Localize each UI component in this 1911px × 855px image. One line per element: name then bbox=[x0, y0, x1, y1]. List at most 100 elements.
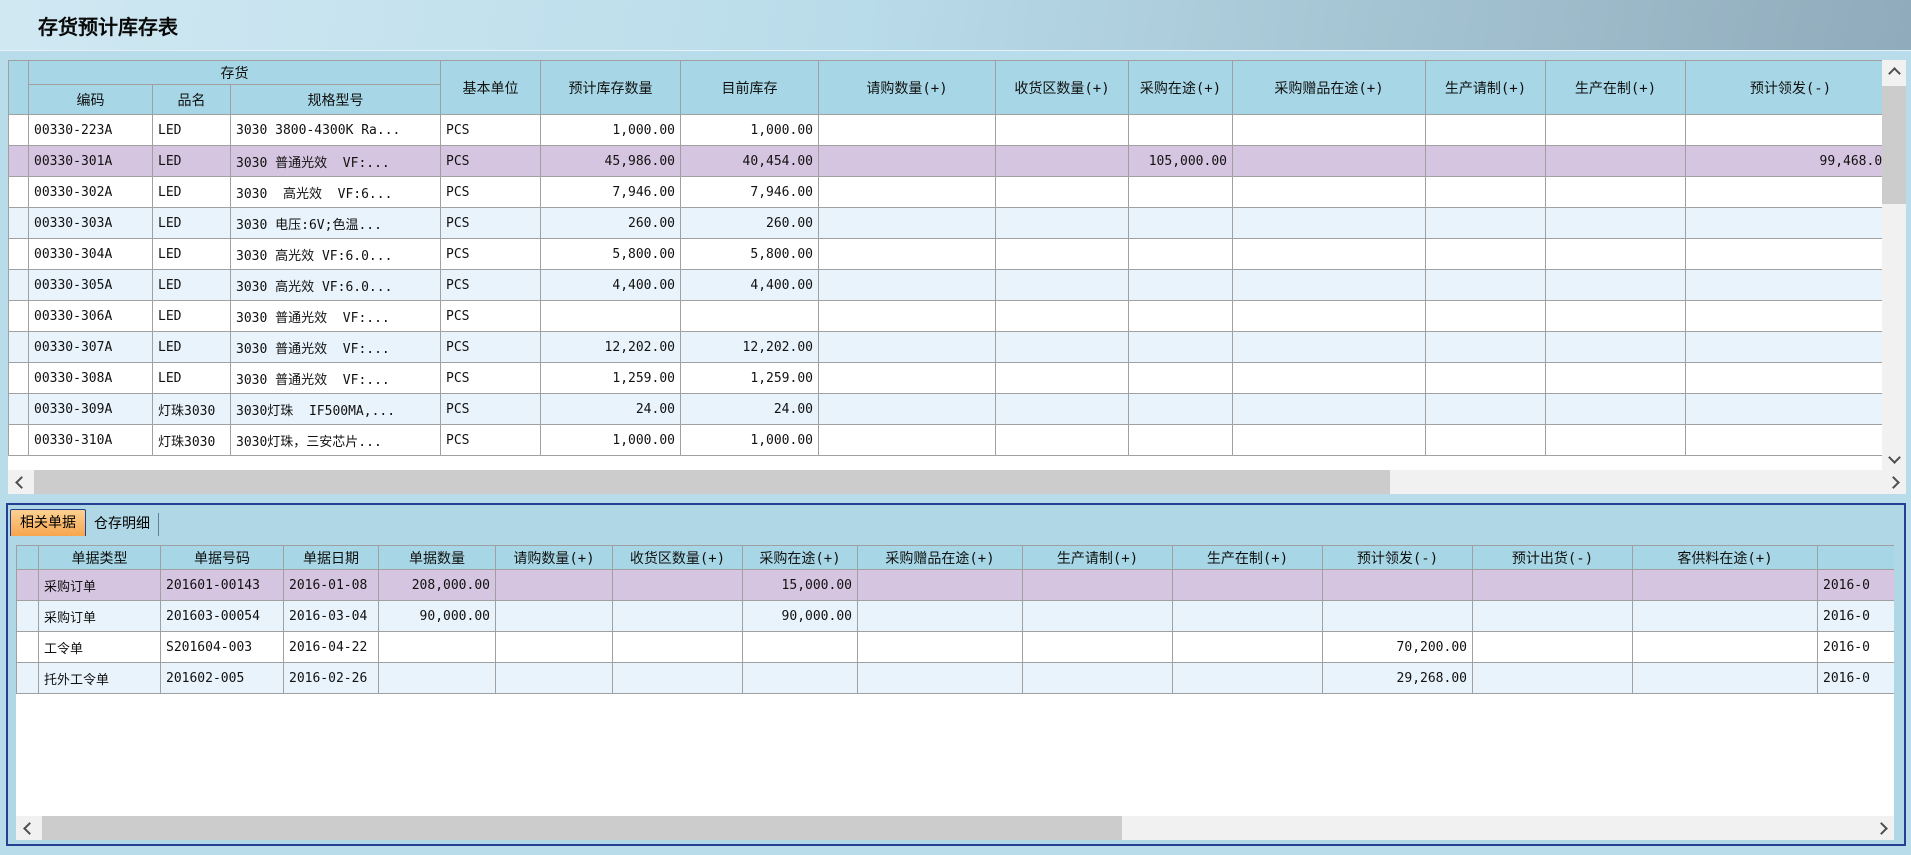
row-indicator[interactable] bbox=[9, 239, 29, 270]
grid-cell[interactable]: 1,259.00 bbox=[541, 363, 681, 394]
grid-cell[interactable] bbox=[1233, 301, 1426, 332]
grid-cell[interactable] bbox=[858, 663, 1023, 694]
grid-cell[interactable] bbox=[1546, 270, 1686, 301]
grid-cell[interactable]: 3030 高光效 VF:6.0... bbox=[231, 270, 441, 301]
grid-cell[interactable]: PCS bbox=[441, 208, 541, 239]
tab-related-docs[interactable]: 相关单据 bbox=[10, 509, 86, 536]
grid-cell[interactable]: 4,400.00 bbox=[681, 270, 819, 301]
grid-cell[interactable]: 00330-310A bbox=[29, 425, 153, 456]
grid-cell[interactable] bbox=[819, 301, 996, 332]
grid-cell[interactable] bbox=[1633, 601, 1818, 632]
grid-cell[interactable]: 24.00 bbox=[541, 394, 681, 425]
grid-cell[interactable]: 2016-0 bbox=[1818, 601, 1895, 632]
grid-cell[interactable] bbox=[1426, 208, 1546, 239]
grid-cell[interactable] bbox=[1546, 177, 1686, 208]
grid-cell[interactable] bbox=[1129, 239, 1233, 270]
grid-cell[interactable] bbox=[1546, 146, 1686, 177]
grid-cell[interactable]: 3030 3800-4300K Ra... bbox=[231, 115, 441, 146]
grid-cell[interactable]: LED bbox=[153, 239, 231, 270]
grid-cell[interactable] bbox=[996, 332, 1129, 363]
grid-cell[interactable]: 29,268.00 bbox=[1323, 663, 1473, 694]
grid-cell[interactable]: LED bbox=[153, 177, 231, 208]
grid-cell[interactable] bbox=[858, 601, 1023, 632]
scroll-down-button[interactable] bbox=[1882, 446, 1906, 470]
grid-cell[interactable] bbox=[613, 601, 743, 632]
row-indicator[interactable] bbox=[17, 632, 39, 663]
h-scrollbar-thumb[interactable] bbox=[42, 816, 1122, 840]
grid-cell[interactable]: 3030 普通光效 VF:... bbox=[231, 363, 441, 394]
grid-cell[interactable] bbox=[1233, 239, 1426, 270]
grid-cell[interactable] bbox=[1633, 632, 1818, 663]
grid-cell[interactable] bbox=[1686, 301, 1883, 332]
grid-cell[interactable]: 12,202.00 bbox=[541, 332, 681, 363]
grid-cell[interactable]: 灯珠3030 bbox=[153, 394, 231, 425]
selected-cell[interactable]: 105,000.00 bbox=[1129, 146, 1233, 177]
grid-cell[interactable] bbox=[1233, 177, 1426, 208]
grid-cell[interactable] bbox=[496, 601, 613, 632]
grid-cell[interactable] bbox=[1546, 332, 1686, 363]
grid-cell[interactable] bbox=[1233, 208, 1426, 239]
grid-cell[interactable] bbox=[1546, 115, 1686, 146]
grid-cell[interactable] bbox=[1323, 601, 1473, 632]
grid-cell[interactable] bbox=[819, 115, 996, 146]
grid-cell[interactable]: 2016-04-22 bbox=[284, 632, 379, 663]
grid-cell[interactable]: 3030 普通光效 VF:... bbox=[231, 332, 441, 363]
grid-cell[interactable] bbox=[1686, 208, 1883, 239]
grid-cell[interactable] bbox=[1686, 332, 1883, 363]
grid-cell[interactable] bbox=[1323, 570, 1473, 601]
grid-cell[interactable] bbox=[613, 663, 743, 694]
grid-cell[interactable] bbox=[1426, 301, 1546, 332]
scroll-up-button[interactable] bbox=[1882, 60, 1906, 84]
grid-cell[interactable] bbox=[1426, 177, 1546, 208]
grid-cell[interactable] bbox=[613, 632, 743, 663]
grid-cell[interactable]: LED bbox=[153, 270, 231, 301]
row-indicator[interactable] bbox=[9, 363, 29, 394]
grid-cell[interactable] bbox=[1686, 270, 1883, 301]
grid-cell[interactable]: 采购订单 bbox=[39, 601, 161, 632]
grid-cell[interactable] bbox=[496, 570, 613, 601]
grid-cell[interactable]: 40,454.00 bbox=[681, 146, 819, 177]
grid-cell[interactable]: PCS bbox=[441, 146, 541, 177]
grid-cell[interactable] bbox=[996, 208, 1129, 239]
grid-cell[interactable] bbox=[1686, 115, 1883, 146]
grid-cell[interactable]: 00330-304A bbox=[29, 239, 153, 270]
row-indicator[interactable] bbox=[17, 570, 39, 601]
grid-cell[interactable] bbox=[1546, 301, 1686, 332]
row-indicator[interactable] bbox=[9, 146, 29, 177]
grid-cell[interactable]: LED bbox=[153, 332, 231, 363]
grid-cell[interactable]: PCS bbox=[441, 363, 541, 394]
grid-cell[interactable]: PCS bbox=[441, 301, 541, 332]
grid-cell[interactable] bbox=[819, 363, 996, 394]
grid-cell[interactable] bbox=[1686, 177, 1883, 208]
h-scrollbar-bottom[interactable] bbox=[16, 816, 1894, 840]
grid-cell[interactable] bbox=[1173, 663, 1323, 694]
grid-cell[interactable] bbox=[1546, 425, 1686, 456]
grid-cell[interactable] bbox=[858, 570, 1023, 601]
grid-cell[interactable]: 12,202.00 bbox=[681, 332, 819, 363]
grid-cell[interactable] bbox=[819, 270, 996, 301]
grid-cell[interactable] bbox=[1233, 363, 1426, 394]
grid-cell[interactable] bbox=[1173, 632, 1323, 663]
grid-cell[interactable] bbox=[1426, 146, 1546, 177]
grid-cell[interactable] bbox=[1233, 115, 1426, 146]
grid-cell[interactable]: 2016-0 bbox=[1818, 632, 1895, 663]
grid-cell[interactable]: 2016-0 bbox=[1818, 570, 1895, 601]
grid-cell[interactable] bbox=[1426, 394, 1546, 425]
grid-cell[interactable]: 1,000.00 bbox=[681, 425, 819, 456]
grid-cell[interactable] bbox=[1129, 177, 1233, 208]
grid-cell[interactable]: PCS bbox=[441, 115, 541, 146]
grid-cell[interactable] bbox=[1233, 425, 1426, 456]
grid-cell[interactable]: 3030 普通光效 VF:... bbox=[231, 301, 441, 332]
grid-cell[interactable]: 70,200.00 bbox=[1323, 632, 1473, 663]
grid-cell[interactable] bbox=[379, 632, 496, 663]
grid-cell[interactable]: 3030 电压:6V;色温... bbox=[231, 208, 441, 239]
grid-cell[interactable] bbox=[1686, 363, 1883, 394]
v-scrollbar-thumb[interactable] bbox=[1882, 86, 1906, 204]
grid-cell[interactable] bbox=[1129, 301, 1233, 332]
grid-cell[interactable]: 260.00 bbox=[541, 208, 681, 239]
grid-cell[interactable] bbox=[996, 270, 1129, 301]
row-indicator[interactable] bbox=[9, 332, 29, 363]
grid-cell[interactable]: 4,400.00 bbox=[541, 270, 681, 301]
grid-cell[interactable] bbox=[1473, 632, 1633, 663]
grid-cell[interactable] bbox=[1129, 363, 1233, 394]
